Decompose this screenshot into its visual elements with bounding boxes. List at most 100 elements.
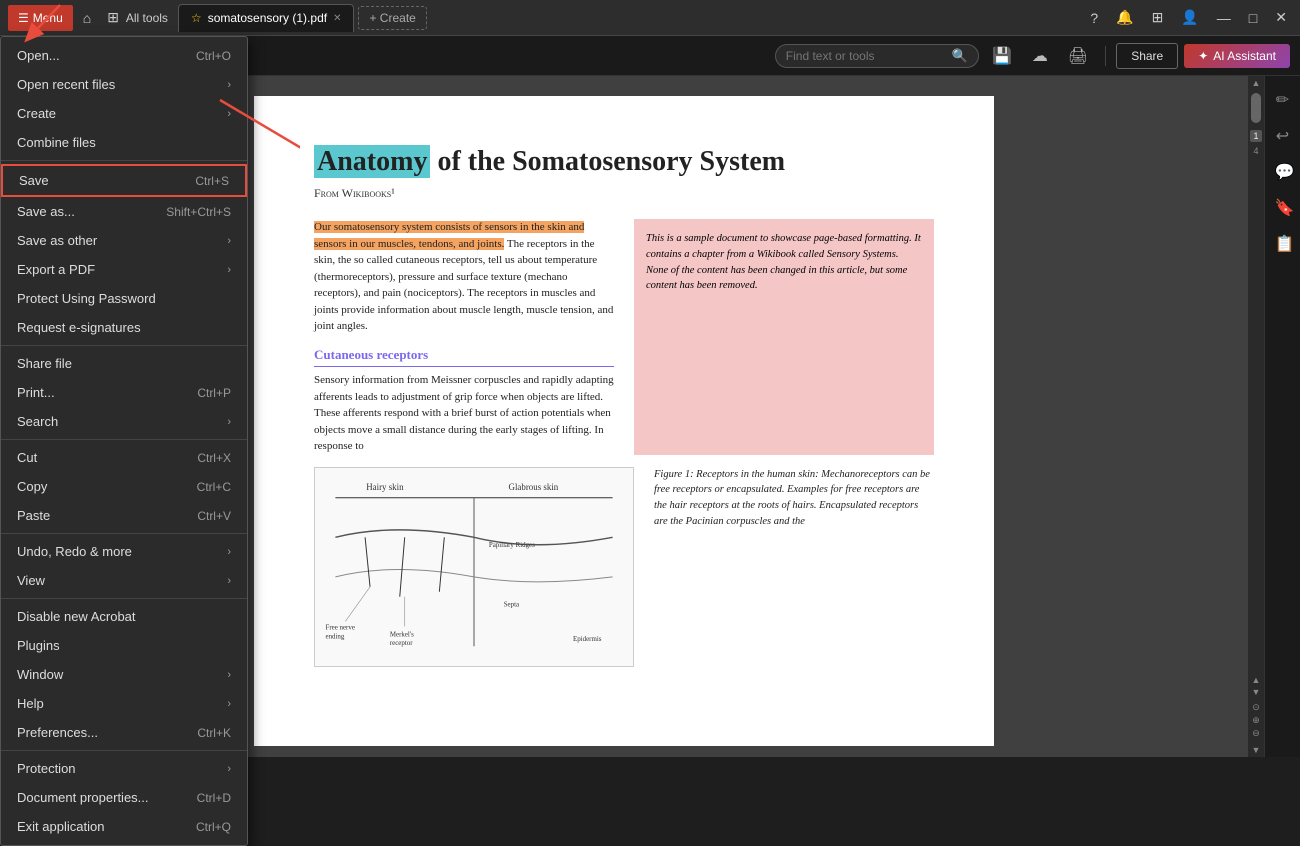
menu-docprops-shortcut: Ctrl+D [197, 791, 231, 805]
clipboard-icon[interactable]: 📋 [1269, 228, 1297, 260]
scroll-next-arrow[interactable]: ▼ [1252, 687, 1261, 697]
svg-text:Glabrous skin: Glabrous skin [509, 481, 559, 491]
menu-create-label: Create [17, 106, 227, 121]
figure-caption: Figure 1: Receptors in the human skin: M… [654, 467, 934, 672]
menu-item-saveasother[interactable]: Save as other › [1, 226, 247, 255]
menu-item-protect[interactable]: Protect Using Password [1, 284, 247, 313]
menu-openrecent-label: Open recent files [17, 77, 227, 92]
menu-search-arrow: › [227, 416, 231, 428]
menu-docprops-label: Document properties... [17, 790, 197, 805]
menu-item-help[interactable]: Help › [1, 689, 247, 718]
section-body: Sensory information from Meissner corpus… [314, 372, 614, 455]
menu-item-docprops[interactable]: Document properties... Ctrl+D [1, 783, 247, 812]
menu-cut-label: Cut [17, 450, 197, 465]
menu-separator-3 [1, 439, 247, 440]
tab-pdf[interactable]: ☆ somatosensory (1).pdf ✕ [178, 4, 355, 32]
menu-button[interactable]: ☰ Menu [8, 5, 73, 31]
menu-item-exit[interactable]: Exit application Ctrl+Q [1, 812, 247, 841]
menu-item-cut[interactable]: Cut Ctrl+X [1, 443, 247, 472]
menu-item-view[interactable]: View › [1, 566, 247, 595]
page-4-badge: 4 [1253, 146, 1258, 156]
svg-text:Merkel's: Merkel's [390, 631, 414, 638]
minimize-icon[interactable]: — [1212, 7, 1236, 29]
zoom-out-icon[interactable]: ⊖ [1252, 728, 1260, 739]
menu-window-label: Window [17, 667, 227, 682]
menu-item-protection[interactable]: Protection › [1, 754, 247, 783]
menu-item-combine[interactable]: Combine files [1, 128, 247, 157]
menu-item-plugins[interactable]: Plugins [1, 631, 247, 660]
zoom-in-icon[interactable]: ⊕ [1252, 715, 1260, 726]
vertical-scrollbar[interactable]: ▲ 1 4 ▲ ▼ ⊙ ⊕ ⊖ ▼ [1248, 76, 1264, 757]
ai-label: AI Assistant [1213, 49, 1276, 63]
menu-item-undoredo[interactable]: Undo, Redo & more › [1, 537, 247, 566]
all-tools-label: All tools [126, 11, 168, 25]
menu-search-label: Search [17, 414, 227, 429]
ai-assistant-button[interactable]: ✦ AI Assistant [1184, 44, 1290, 68]
menu-protect-label: Protect Using Password [17, 291, 231, 306]
svg-text:receptor: receptor [390, 640, 413, 647]
ai-icon: ✦ [1198, 49, 1208, 63]
menu-export-arrow: › [227, 264, 231, 276]
menu-window-arrow: › [227, 669, 231, 681]
star-icon: ☆ [191, 11, 202, 25]
save-icon-button[interactable]: 💾 [985, 42, 1019, 70]
bell-icon[interactable]: 🔔 [1111, 6, 1138, 29]
tab-close-button[interactable]: ✕ [333, 13, 341, 24]
share-button[interactable]: Share [1116, 43, 1178, 69]
apps-icon[interactable]: ⊞ [1147, 6, 1169, 29]
menu-item-print[interactable]: Print... Ctrl+P [1, 378, 247, 407]
svg-text:Epidermis: Epidermis [573, 636, 602, 643]
zoom-reset-icon[interactable]: ⊙ [1252, 702, 1260, 713]
menu-combine-label: Combine files [17, 135, 231, 150]
all-tools-button[interactable]: ⊞ All tools [101, 5, 174, 30]
maximize-icon[interactable]: □ [1244, 7, 1262, 29]
svg-text:Hairy skin: Hairy skin [366, 481, 404, 491]
svg-text:ending: ending [326, 633, 345, 640]
menu-item-search[interactable]: Search › [1, 407, 247, 436]
menu-item-preferences[interactable]: Preferences... Ctrl+K [1, 718, 247, 747]
comment-icon[interactable]: 💬 [1269, 156, 1297, 188]
close-window-icon[interactable]: ✕ [1270, 6, 1292, 29]
hamburger-icon: ☰ [18, 11, 29, 25]
menu-item-share[interactable]: Share file [1, 349, 247, 378]
menu-help-label: Help [17, 696, 227, 711]
find-input[interactable] [786, 49, 946, 63]
menu-preferences-shortcut: Ctrl+K [197, 726, 231, 740]
cloud-button[interactable]: ☁ [1025, 42, 1055, 70]
figure-area: Hairy skin Glabrous skin Free nerve [314, 467, 934, 672]
profile-icon[interactable]: 👤 [1176, 6, 1203, 29]
section-title: Cutaneous receptors [314, 345, 614, 368]
menu-item-esign[interactable]: Request e-signatures [1, 313, 247, 342]
edit-icon[interactable]: ✏ [1269, 84, 1297, 116]
print-button[interactable]: 🖨 [1061, 42, 1095, 70]
rotate-icon[interactable]: ↩ [1269, 120, 1297, 152]
menu-preferences-label: Preferences... [17, 725, 197, 740]
menu-item-save[interactable]: Save Ctrl+S [1, 164, 247, 197]
scroll-up-arrow[interactable]: ▲ [1250, 76, 1263, 90]
svg-text:Septa: Septa [504, 601, 519, 608]
menu-item-copy[interactable]: Copy Ctrl+C [1, 472, 247, 501]
scroll-prev-arrow[interactable]: ▲ [1252, 675, 1261, 685]
home-button[interactable]: ⌂ [77, 6, 97, 30]
menu-help-arrow: › [227, 698, 231, 710]
bookmark-icon[interactable]: 🔖 [1269, 192, 1297, 224]
menu-item-export[interactable]: Export a PDF › [1, 255, 247, 284]
menu-item-paste[interactable]: Paste Ctrl+V [1, 501, 247, 530]
pdf-columns: Our somatosensory system consists of sen… [314, 219, 934, 455]
menu-item-disable-acrobat[interactable]: Disable new Acrobat [1, 602, 247, 631]
scroll-down-arrow[interactable]: ▼ [1250, 743, 1263, 757]
create-tab-button[interactable]: + Create [358, 6, 426, 30]
menu-item-saveas[interactable]: Save as... Shift+Ctrl+S [1, 197, 247, 226]
menu-saveas-label: Save as... [17, 204, 166, 219]
pink-box: This is a sample document to showcase pa… [634, 219, 934, 455]
menu-item-open-recent[interactable]: Open recent files › [1, 70, 247, 99]
page-numbers: 1 4 [1250, 130, 1261, 156]
help-icon[interactable]: ? [1085, 7, 1103, 29]
menu-open-label: Open... [17, 48, 196, 63]
menu-item-window[interactable]: Window › [1, 660, 247, 689]
menu-item-open[interactable]: Open... Ctrl+O [1, 41, 247, 70]
svg-text:Free nerve: Free nerve [326, 624, 355, 631]
menu-item-create[interactable]: Create › [1, 99, 247, 128]
scroll-thumb[interactable] [1251, 93, 1261, 123]
page-1-badge: 1 [1250, 130, 1261, 142]
